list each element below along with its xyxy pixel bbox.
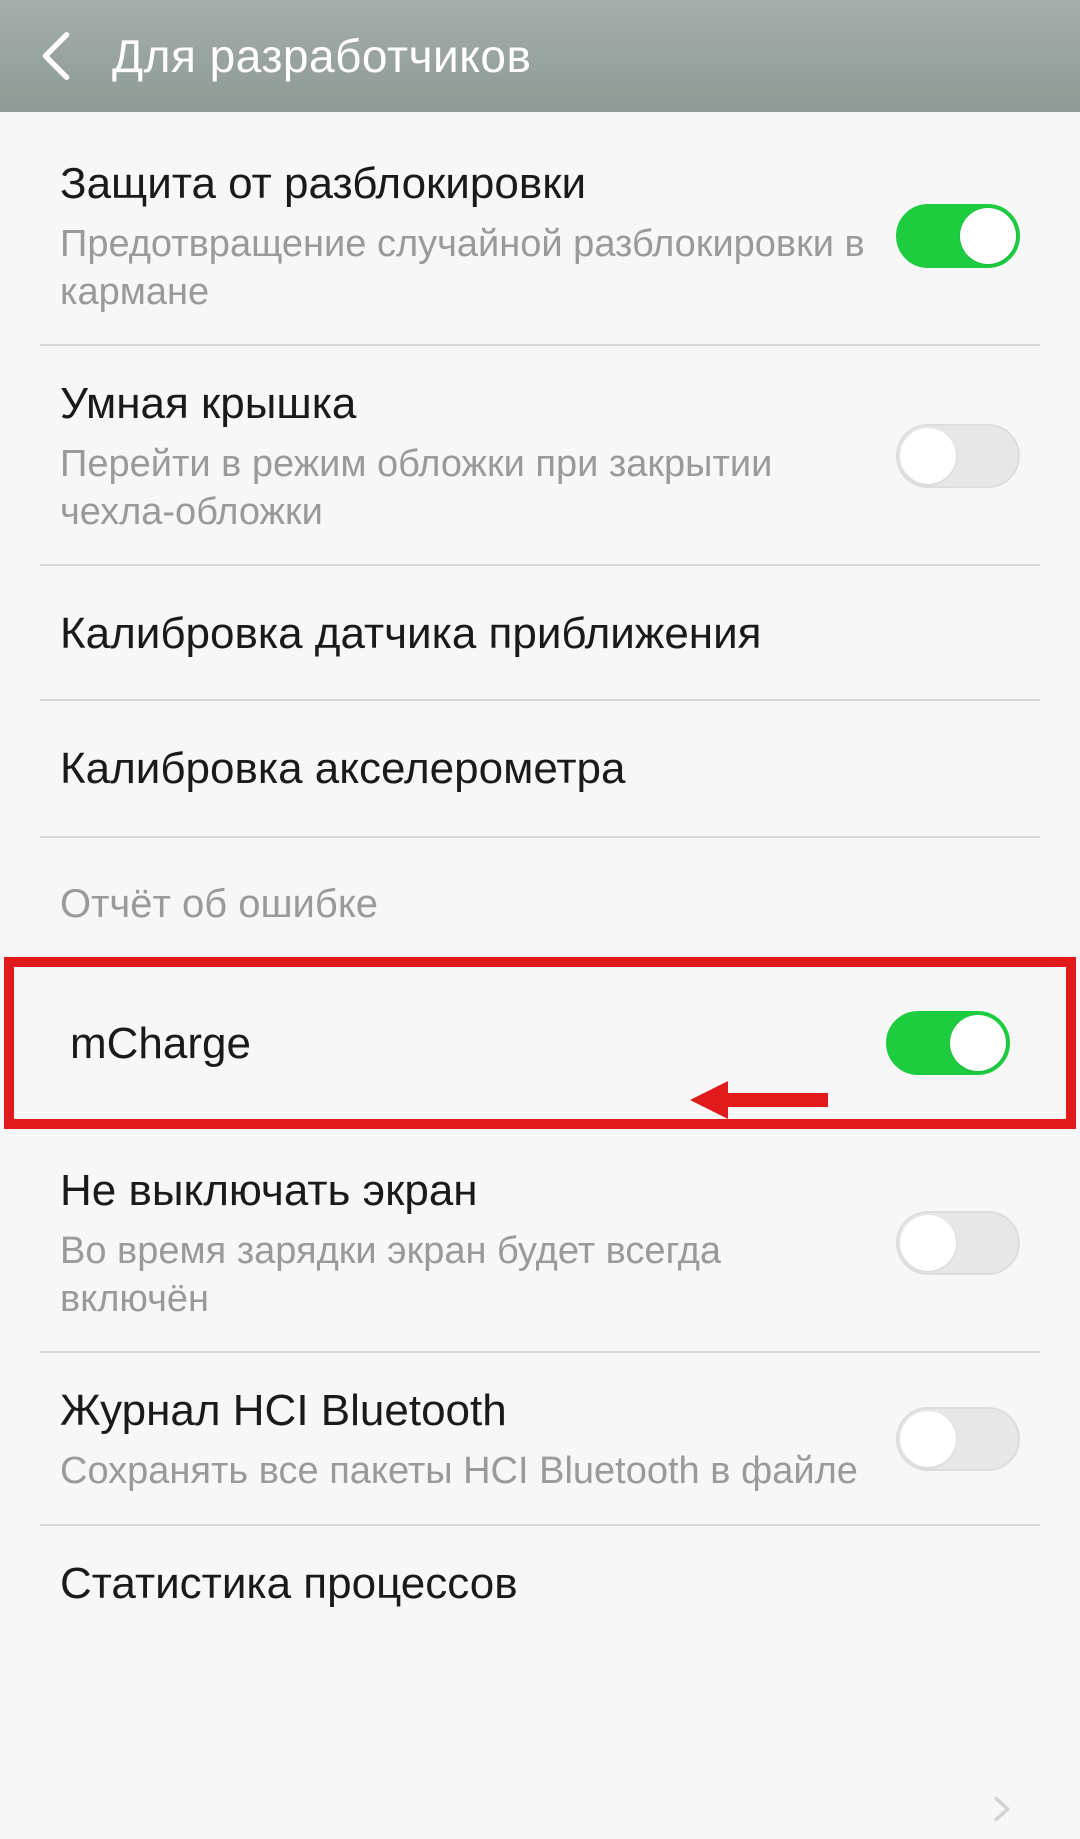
row-title: Калибровка акселерометра bbox=[60, 741, 1020, 796]
toggle-smart-cover[interactable] bbox=[896, 424, 1020, 488]
row-bt-hci-log[interactable]: Журнал HCI Bluetooth Сохранять все пакет… bbox=[0, 1353, 1080, 1526]
row-title: Статистика процессов bbox=[60, 1556, 1020, 1611]
highlight-mcharge: mCharge bbox=[4, 957, 1076, 1129]
toggle-bt-hci[interactable] bbox=[896, 1407, 1020, 1471]
row-title: Умная крышка bbox=[60, 376, 866, 431]
row-subtitle: Предотвращение случайной разблокировки в… bbox=[60, 221, 866, 316]
back-icon[interactable] bbox=[32, 28, 80, 84]
row-smart-cover[interactable]: Умная крышка Перейти в режим обложки при… bbox=[0, 346, 1080, 566]
annotation-arrow-left-icon bbox=[690, 1079, 830, 1121]
row-stay-awake[interactable]: Не выключать экран Во время зарядки экра… bbox=[0, 1133, 1080, 1353]
row-title: Журнал HCI Bluetooth bbox=[60, 1383, 866, 1438]
page-title: Для разработчиков bbox=[112, 29, 531, 83]
row-subtitle: Перейти в режим обложки при закрытии чех… bbox=[60, 441, 866, 536]
chevron-right-icon bbox=[982, 1789, 1022, 1829]
row-title: Калибровка датчика приближения bbox=[60, 606, 1020, 661]
row-title: mCharge bbox=[70, 1016, 856, 1071]
toggle-stay-awake[interactable] bbox=[896, 1211, 1020, 1275]
toggle-mcharge[interactable] bbox=[886, 1011, 1010, 1075]
row-subtitle: Сохранять все пакеты HCI Bluetooth в фай… bbox=[60, 1448, 866, 1496]
row-accelerometer-calibration[interactable]: Калибровка акселерометра bbox=[0, 701, 1080, 836]
app-header: Для разработчиков bbox=[0, 0, 1080, 112]
row-title: Не выключать экран bbox=[60, 1163, 866, 1218]
row-unlock-protection[interactable]: Защита от разблокировки Предотвращение с… bbox=[0, 126, 1080, 346]
settings-list: Защита от разблокировки Предотвращение с… bbox=[0, 112, 1080, 1621]
row-subtitle: Во время зарядки экран будет всегда вклю… bbox=[60, 1228, 866, 1323]
row-title: Защита от разблокировки bbox=[60, 156, 866, 211]
row-mcharge[interactable]: mCharge bbox=[70, 1011, 1010, 1075]
section-header-bug-report: Отчёт об ошибке bbox=[0, 836, 1080, 953]
row-process-stats[interactable]: Статистика процессов bbox=[0, 1526, 1080, 1621]
toggle-unlock-protection[interactable] bbox=[896, 204, 1020, 268]
row-proximity-calibration[interactable]: Калибровка датчика приближения bbox=[0, 566, 1080, 701]
